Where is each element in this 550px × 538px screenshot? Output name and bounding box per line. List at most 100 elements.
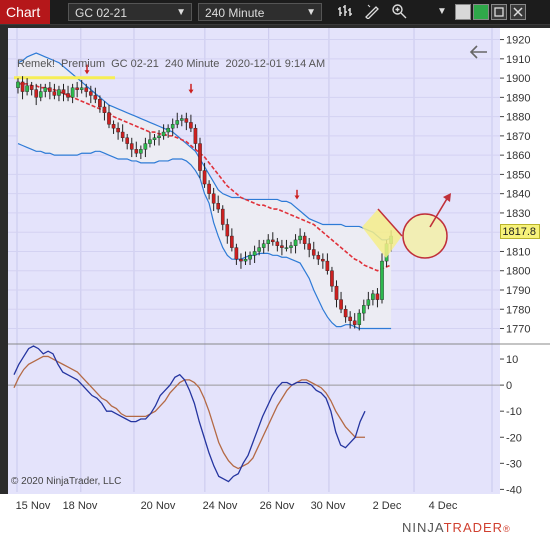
ninjatrader-logo: NINJATRADER® — [402, 520, 511, 535]
price-tick-label: 1880 — [506, 112, 530, 124]
candle-body — [366, 299, 371, 306]
candle-body — [357, 312, 362, 325]
x-tick-label: 24 Nov — [203, 500, 238, 512]
chart-info: Remek! Premium GC 02-21 240 Minute 2020-… — [17, 58, 326, 70]
candle-body — [325, 260, 330, 271]
candle-body — [243, 258, 248, 262]
candle-body — [175, 120, 180, 125]
oscillator-tick-label: -20 — [506, 432, 522, 444]
candle-body — [70, 87, 75, 98]
x-tick-label: 18 Nov — [63, 500, 98, 512]
price-tick-label: 1920 — [506, 35, 530, 47]
price-tick-label: 1830 — [506, 208, 530, 220]
candle-body — [38, 91, 43, 98]
candle-body — [193, 127, 198, 144]
candle-body — [107, 112, 111, 125]
x-tick-label: 15 Nov — [16, 500, 51, 512]
price-tick-label: 1800 — [506, 266, 530, 278]
signal-arrow-down-icon — [84, 70, 90, 75]
price-tick-label: 1910 — [506, 54, 530, 66]
candle-body — [225, 224, 230, 237]
candle-body — [220, 208, 225, 225]
candle-body — [98, 99, 102, 108]
price-tick-label: 1810 — [506, 246, 530, 258]
candle-body — [316, 255, 321, 260]
candle-body — [34, 89, 38, 98]
candle-body — [252, 251, 257, 256]
candle-body — [266, 239, 271, 244]
candle-body — [43, 87, 48, 92]
last-price-tag: 1817.8 — [500, 224, 540, 239]
candle-body — [125, 137, 129, 144]
candle-body — [271, 239, 275, 243]
candle-body — [343, 309, 348, 318]
candle-body — [207, 183, 211, 194]
candle-body — [143, 143, 148, 150]
price-tick-label: 1890 — [506, 92, 530, 104]
candle-body — [311, 249, 316, 256]
candle-body — [66, 93, 70, 98]
candle-body — [202, 170, 207, 185]
candle-body — [25, 85, 29, 92]
candle-body — [302, 235, 307, 244]
candle-body — [116, 127, 120, 133]
candle-body — [170, 124, 175, 129]
candle-body — [375, 293, 380, 300]
candle-body — [362, 305, 366, 314]
x-tick-label: 30 Nov — [311, 500, 346, 512]
copyright: © 2020 NinjaTrader, LLC — [11, 476, 122, 487]
candle-body — [16, 81, 20, 88]
candle-body — [371, 293, 375, 300]
candle-body — [93, 95, 98, 100]
price-tick-label: 1850 — [506, 169, 530, 181]
candle-body — [321, 258, 325, 262]
candle-body — [79, 87, 84, 90]
candle-body — [261, 243, 266, 248]
candle-body — [284, 247, 289, 249]
candle-body — [111, 124, 116, 129]
target-arrow-icon — [443, 193, 451, 202]
candle-body — [120, 131, 125, 139]
candle-body — [216, 203, 221, 210]
candle-body — [339, 299, 343, 310]
back-arrow-icon — [469, 45, 487, 59]
x-tick-label: 4 Dec — [429, 500, 458, 512]
price-tick-label: 1770 — [506, 324, 530, 336]
candle-body — [148, 139, 152, 144]
candle-body — [84, 87, 89, 92]
candle-body — [239, 258, 243, 262]
candle-body — [179, 118, 184, 121]
oscillator-tick-label: 0 — [506, 380, 512, 392]
candle-body — [293, 239, 298, 246]
x-tick-label: 2 Dec — [373, 500, 402, 512]
candle-body — [88, 91, 93, 96]
candle-body — [198, 143, 202, 171]
oscillator-slow-line — [13, 355, 365, 470]
candle-body — [234, 247, 239, 260]
candle-body — [211, 193, 216, 204]
candle-body — [230, 235, 234, 248]
candle-body — [20, 81, 25, 92]
candle-body — [61, 89, 66, 94]
candle-body — [139, 149, 143, 154]
oscillator-tick-label: -30 — [506, 458, 522, 470]
candle-body — [330, 270, 334, 287]
oscillator-tick-label: -40 — [506, 484, 522, 496]
chart-canvas: 1920 1910 1900 1890 1880 1870 1860 1850 1840 1830… — [8, 28, 550, 512]
candle-body — [380, 260, 384, 300]
price-tick-label: 1840 — [506, 189, 530, 201]
oscillator-tick-label: 10 — [506, 354, 518, 366]
candle-body — [75, 87, 79, 90]
candle-body — [129, 143, 134, 150]
candle-body — [275, 241, 280, 246]
candle-body — [298, 235, 302, 241]
x-tick-label: 20 Nov — [141, 500, 176, 512]
oscillator-tick-label: -10 — [506, 406, 522, 418]
signal-arrow-down-icon — [294, 195, 300, 200]
candle-body — [189, 122, 193, 129]
price-tick-label: 1870 — [506, 131, 530, 143]
price-tick-label: 1790 — [506, 285, 530, 297]
candle-body — [166, 127, 170, 133]
price-tick-label: 1780 — [506, 304, 530, 316]
candle-body — [134, 149, 139, 154]
